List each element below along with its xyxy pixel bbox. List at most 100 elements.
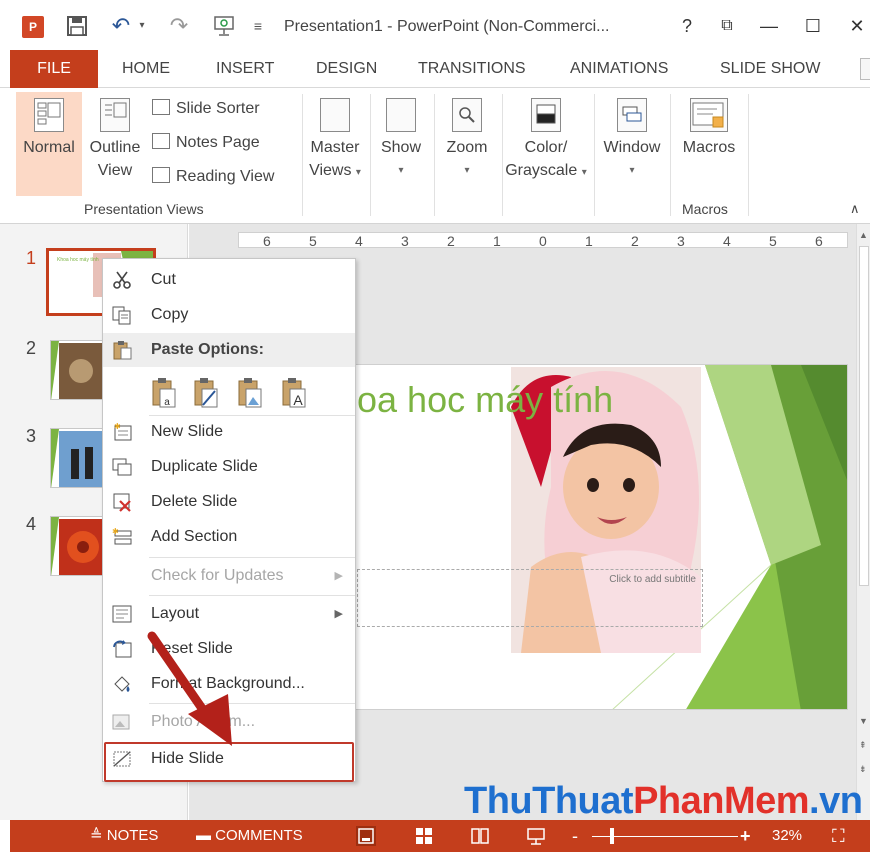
menu-item-format-background[interactable]: Format Background... xyxy=(103,667,355,701)
customize-qat-icon[interactable]: ≡ xyxy=(250,14,266,38)
menu-item-new-slide[interactable]: ✱ New Slide xyxy=(103,415,355,449)
slide-sorter-button[interactable]: Slide Sorter xyxy=(152,98,260,120)
copy-icon xyxy=(112,306,131,325)
delete-slide-icon xyxy=(113,493,131,512)
master-views-button[interactable]: Master Views ▾ xyxy=(304,98,366,184)
slide-sorter-status-icon[interactable] xyxy=(414,826,434,846)
menu-item-add-section[interactable]: ✱ Add Section xyxy=(103,520,355,554)
tab-animations[interactable]: ANIMATIONS xyxy=(570,50,668,88)
undo-icon[interactable]: ↶ xyxy=(108,14,134,38)
svg-text:a: a xyxy=(164,397,170,408)
tab-slide-show[interactable]: SLIDE SHOW xyxy=(720,50,820,88)
scrollbar-thumb[interactable] xyxy=(859,246,869,586)
current-slide[interactable]: oa hoc máy tính Click to add subtitle xyxy=(300,364,848,710)
slide-title[interactable]: oa hoc máy tính xyxy=(357,379,613,421)
paste-use-destination-theme-icon[interactable]: a xyxy=(151,377,177,409)
previous-slide-icon[interactable]: ⇞ xyxy=(859,740,867,751)
show-button[interactable]: Show ▾ xyxy=(372,98,430,182)
ruler-tick-label: 3 xyxy=(401,233,409,249)
menu-item-cut[interactable]: Cut xyxy=(103,263,355,297)
ribbon-display-options-icon[interactable]: ⧉ xyxy=(716,14,738,38)
tab-home[interactable]: HOME xyxy=(122,50,170,88)
menu-separator xyxy=(149,557,355,558)
zoom-slider-thumb[interactable] xyxy=(610,828,614,844)
close-icon[interactable]: ✕ xyxy=(846,14,868,38)
tab-design[interactable]: DESIGN xyxy=(316,50,377,88)
zoom-out-button[interactable]: - xyxy=(572,820,578,852)
menu-item-reset-slide[interactable]: Reset Slide xyxy=(103,632,355,666)
redo-icon[interactable]: ↷ xyxy=(166,14,192,38)
paste-keep-source-formatting-icon[interactable] xyxy=(193,377,219,409)
outline-view-button[interactable]: Outline View xyxy=(84,98,146,182)
subtitle-placeholder-text: Click to add subtitle xyxy=(609,574,696,585)
menu-item-label: Copy xyxy=(151,306,189,323)
tab-file[interactable]: FILE xyxy=(10,50,98,88)
zoom-in-button[interactable]: + xyxy=(740,820,751,852)
tab-insert[interactable]: INSERT xyxy=(216,50,274,88)
scissors-icon xyxy=(113,271,131,289)
minimize-icon[interactable]: — xyxy=(758,14,780,38)
menu-item-check-for-updates[interactable]: Check for Updates ▶ xyxy=(103,559,355,593)
color-grayscale-label-2-text: Grayscale xyxy=(505,162,578,179)
start-from-beginning-icon[interactable] xyxy=(210,14,238,38)
watermark-logo: ThuThuatPhanMem.vn xyxy=(464,780,863,823)
svg-text:✱: ✱ xyxy=(114,422,121,431)
master-views-label-2: Views ▾ xyxy=(304,159,366,184)
menu-item-copy[interactable]: Copy xyxy=(103,298,355,332)
color-grayscale-button[interactable]: Color/ Grayscale ▾ xyxy=(502,98,590,184)
scroll-down-icon[interactable]: ▼ xyxy=(859,716,868,726)
notes-page-button[interactable]: Notes Page xyxy=(152,132,260,154)
menu-item-photo-album[interactable]: Photo Album... xyxy=(103,705,355,739)
reading-view-status-icon[interactable] xyxy=(470,826,490,846)
ribbon-view: Normal Outline View Slide Sorter Notes P… xyxy=(0,88,870,224)
thumbnail-title: Khoa hoc máy tính xyxy=(57,257,99,263)
macros-icon xyxy=(690,98,728,132)
comments-label: COMMENTS xyxy=(215,827,303,844)
fit-slide-icon[interactable]: ⛶ xyxy=(832,820,845,852)
macros-button[interactable]: Macros xyxy=(674,98,744,159)
paste-keep-text-only-icon[interactable]: A xyxy=(281,377,307,409)
macros-label: Macros xyxy=(682,139,736,156)
ruler-tick-label: 0 xyxy=(539,233,547,249)
ribbon-separator xyxy=(670,94,671,216)
subtitle-placeholder[interactable]: Click to add subtitle xyxy=(357,569,703,627)
reading-view-button[interactable]: Reading View xyxy=(152,166,274,188)
notes-button[interactable]: ≜ NOTES xyxy=(90,820,158,852)
horizontal-ruler: 6 5 4 3 2 1 0 1 2 3 4 5 6 xyxy=(238,232,848,249)
window-button[interactable]: Window ▾ xyxy=(598,98,666,182)
maximize-icon[interactable]: ☐ xyxy=(802,14,824,38)
zoom-level[interactable]: 32% xyxy=(772,820,802,852)
status-bar: ≜ NOTES ▬ COMMENTS - + 32% ⛶ xyxy=(10,820,870,852)
notes-icon: ≜ xyxy=(90,827,103,844)
slide-show-status-icon[interactable] xyxy=(526,826,546,846)
paste-picture-icon[interactable] xyxy=(237,377,263,409)
comments-button[interactable]: ▬ COMMENTS xyxy=(196,820,303,852)
reading-view-icon xyxy=(152,167,170,183)
menu-item-label: Format Background... xyxy=(151,675,305,692)
watermark-part-1: ThuThuat xyxy=(464,780,634,822)
outline-view-icon xyxy=(100,98,130,132)
vertical-scrollbar[interactable]: ▲ ▼ ⇞ ⇟ xyxy=(856,224,870,820)
menu-item-duplicate-slide[interactable]: Duplicate Slide xyxy=(103,450,355,484)
window-title: Presentation1 - PowerPoint (Non-Commerci… xyxy=(284,18,610,35)
duplicate-slide-icon xyxy=(112,458,132,476)
menu-item-delete-slide[interactable]: Delete Slide xyxy=(103,485,355,519)
zoom-button[interactable]: Zoom ▾ xyxy=(436,98,498,182)
tab-transitions[interactable]: TRANSITIONS xyxy=(418,50,526,88)
help-icon[interactable]: ? xyxy=(676,14,698,38)
menu-separator xyxy=(149,703,355,704)
show-label: Show xyxy=(380,139,422,156)
scroll-up-icon[interactable]: ▲ xyxy=(859,230,868,240)
undo-dropdown-icon[interactable]: ▾ xyxy=(136,14,148,38)
tab-scroll-button[interactable] xyxy=(860,58,870,80)
normal-view-status-icon[interactable] xyxy=(356,826,376,846)
next-slide-icon[interactable]: ⇟ xyxy=(859,764,867,775)
collapse-ribbon-icon[interactable]: ∧ xyxy=(850,201,860,217)
menu-item-label: Delete Slide xyxy=(151,493,238,510)
normal-view-button[interactable]: Normal xyxy=(16,98,82,159)
submenu-arrow-icon: ▶ xyxy=(334,570,343,582)
notes-label: NOTES xyxy=(106,827,159,844)
save-icon[interactable] xyxy=(64,14,90,38)
menu-item-label: Photo Album... xyxy=(151,713,256,730)
menu-item-layout[interactable]: Layout ▶ xyxy=(103,597,355,631)
